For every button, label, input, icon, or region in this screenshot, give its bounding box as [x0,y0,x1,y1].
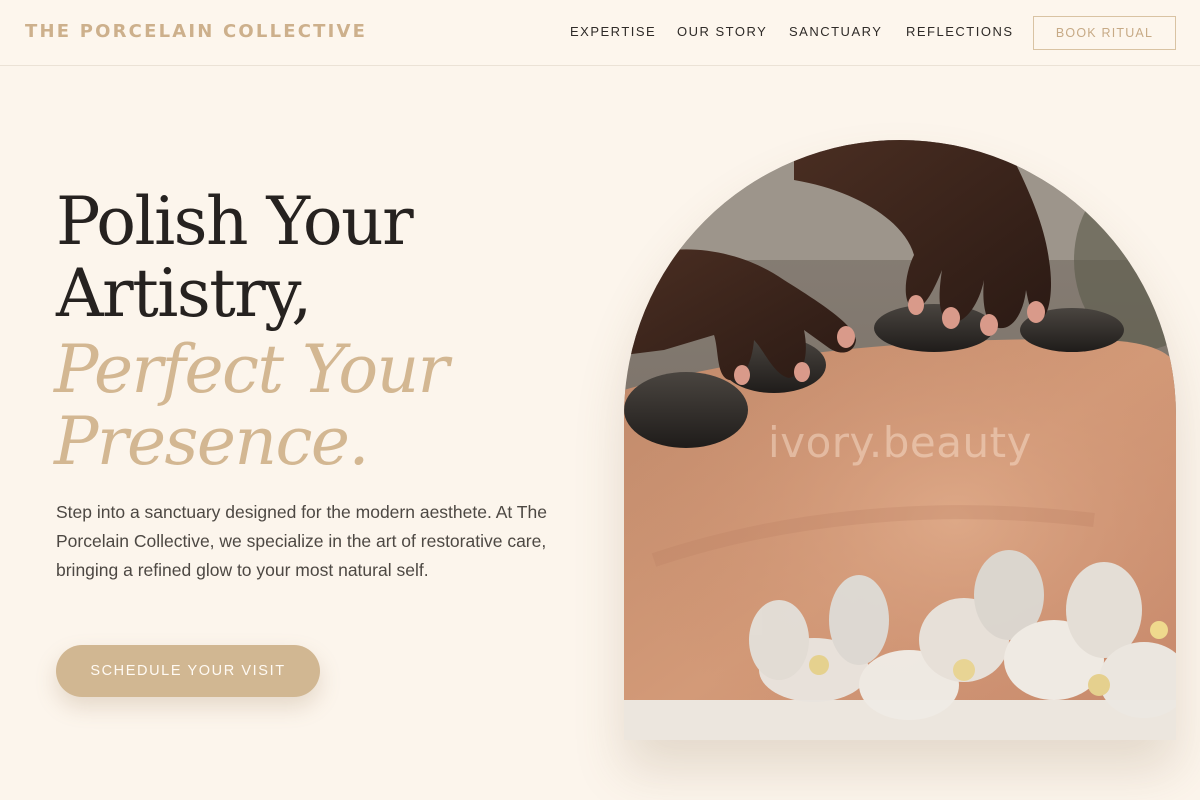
image-watermark: ivory.beauty [768,418,1032,467]
hero-title-line-2: Artistry, [56,255,312,332]
schedule-visit-button[interactable]: SCHEDULE YOUR VISIT [56,645,320,697]
hero-title: Polish Your Artistry, [56,183,414,332]
nav-reflections[interactable]: REFLECTIONS [906,24,1014,39]
nav-sanctuary[interactable]: SANCTUARY [789,24,882,39]
hero-title-italic-line-1: Perfect Your [54,331,449,408]
hero-title-italic: Perfect Your Presence. [54,331,449,480]
book-ritual-button[interactable]: BOOK RITUAL [1033,16,1176,50]
hero-title-line-1: Polish Your [56,183,414,260]
site-header: THE PORCELAIN COLLECTIVE EXPERTISE OUR S… [0,0,1200,66]
nav-expertise[interactable]: EXPERTISE [570,24,656,39]
hero-description: Step into a sanctuary designed for the m… [56,502,547,580]
brand-logo[interactable]: THE PORCELAIN COLLECTIVE [25,21,367,42]
hero-title-italic-line-2: Presence. [54,403,369,480]
hero-image-arch: ivory.beauty [624,140,1176,740]
nav-our-story[interactable]: OUR STORY [677,24,767,39]
